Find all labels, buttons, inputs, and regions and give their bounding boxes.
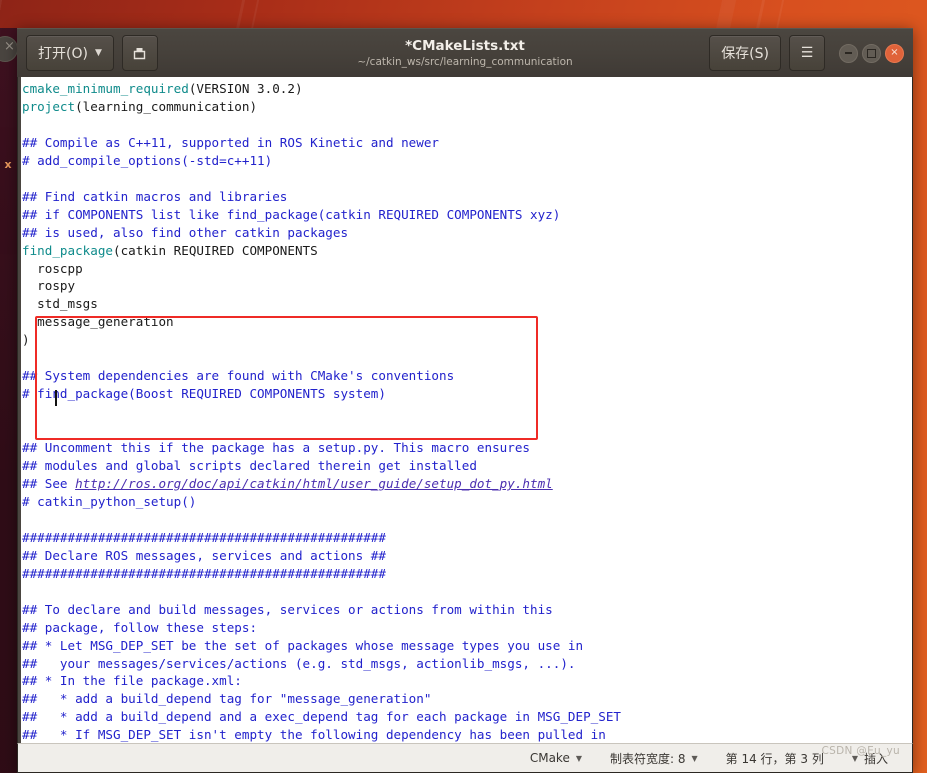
- window-subtitle-path: ~/catkin_ws/src/learning_communication: [357, 55, 573, 68]
- save-button[interactable]: 保存(S): [709, 35, 781, 71]
- close-button[interactable]: ×: [885, 43, 904, 63]
- language-selector[interactable]: CMake ▼: [516, 751, 596, 765]
- chevron-down-icon: ▼: [575, 753, 582, 763]
- chevron-down-icon: ▼: [691, 753, 698, 763]
- save-as-icon: [134, 47, 146, 59]
- gedit-window: 打开(O) ▼ *CMakeLists.txt ~/catkin_ws/src/…: [17, 28, 913, 773]
- editor-left-margin: [18, 77, 21, 743]
- chevron-down-icon: ▼: [94, 48, 102, 58]
- header-right-controls: 保存(S) ☰ ×: [709, 29, 904, 77]
- close-icon: ×: [890, 47, 899, 58]
- text-editor-area[interactable]: cmake_minimum_required(VERSION 3.0.2) pr…: [17, 77, 913, 743]
- maximize-icon: [867, 48, 876, 58]
- insert-mode-label: 插入: [863, 751, 888, 766]
- save-button-label: 保存(S): [721, 46, 769, 62]
- save-as-button[interactable]: [121, 35, 158, 71]
- hamburger-icon: ☰: [800, 45, 814, 61]
- maximize-button[interactable]: [862, 43, 881, 63]
- header-left-controls: 打开(O) ▼: [17, 35, 158, 71]
- chevron-down-icon: ▼: [851, 753, 858, 763]
- open-button-label: 打开(O): [38, 46, 88, 62]
- tab-width-selector[interactable]: 制表符宽度: 8 ▼: [596, 750, 712, 767]
- minimize-icon: [845, 52, 852, 54]
- tab-width-label: 制表符宽度: 8: [610, 751, 686, 766]
- source-code-text[interactable]: cmake_minimum_required(VERSION 3.0.2) pr…: [22, 80, 912, 743]
- insert-mode-selector[interactable]: ▼ 插入: [838, 750, 902, 767]
- header-bar: 打开(O) ▼ *CMakeLists.txt ~/catkin_ws/src/…: [17, 28, 913, 77]
- cursor-position-label: 第 14 行，第 3 列: [725, 751, 824, 766]
- open-button[interactable]: 打开(O) ▼: [26, 35, 114, 71]
- window-title: *CMakeLists.txt: [405, 37, 525, 54]
- language-label: CMake: [529, 751, 570, 765]
- status-bar: CMake ▼ 制表符宽度: 8 ▼ 第 14 行，第 3 列 ▼ 插入 CSD…: [17, 743, 913, 773]
- unity-launcher[interactable]: x: [0, 28, 17, 773]
- launcher-mark-icon: x: [4, 158, 12, 171]
- text-cursor: [55, 390, 57, 406]
- hamburger-menu-button[interactable]: ☰: [789, 35, 825, 71]
- minimize-button[interactable]: [839, 43, 858, 63]
- window-controls: ×: [839, 43, 904, 63]
